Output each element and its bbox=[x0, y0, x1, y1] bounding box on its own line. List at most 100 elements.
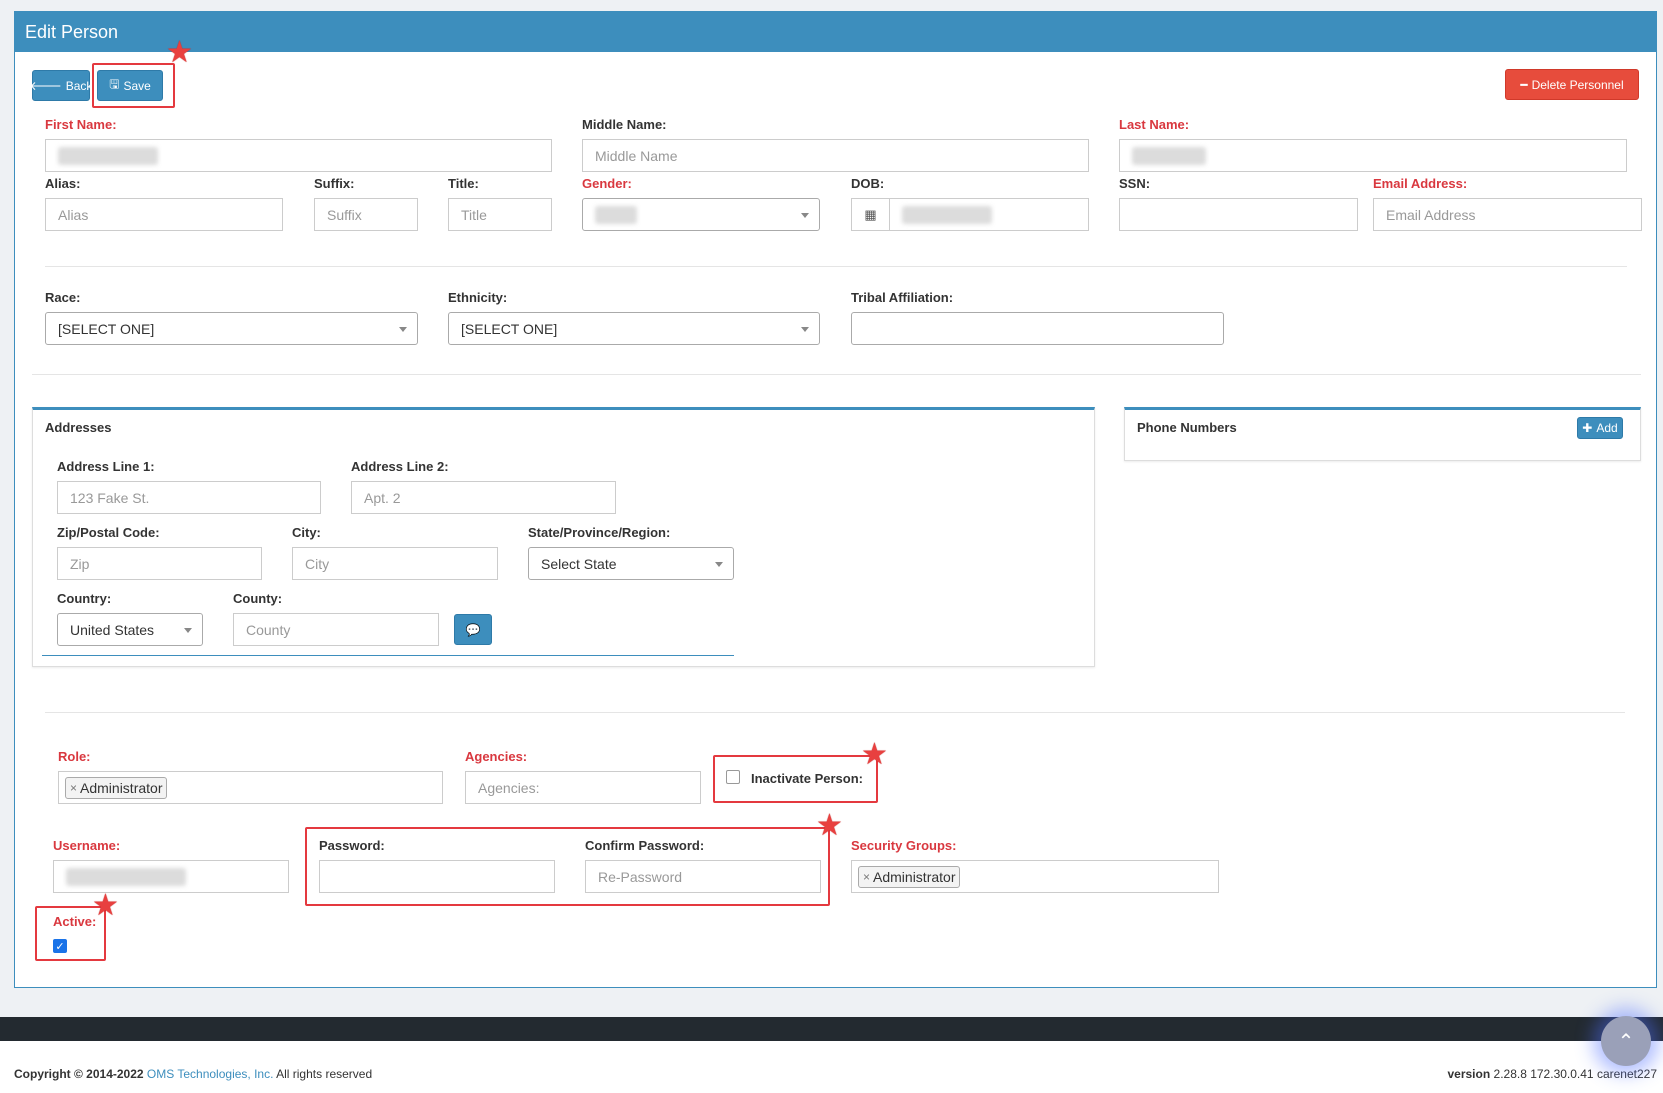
check-icon: ✓ bbox=[55, 940, 65, 953]
addresses-title: Addresses bbox=[45, 420, 112, 435]
footer: Copyright © 2014-2022 OMS Technologies, … bbox=[0, 1041, 1663, 1093]
username-input[interactable] bbox=[53, 860, 289, 893]
ethnicity-select[interactable]: [SELECT ONE] bbox=[448, 312, 820, 345]
caret-down-icon bbox=[184, 628, 192, 633]
country-label: Country: bbox=[57, 591, 112, 606]
confirm-password-label: Confirm Password: bbox=[585, 838, 705, 853]
address-line1-label: Address Line 1: bbox=[57, 459, 155, 474]
gender-label: Gender: bbox=[582, 176, 632, 191]
panel-title: Edit Person bbox=[15, 12, 1656, 52]
phone-numbers-title: Phone Numbers bbox=[1137, 420, 1237, 435]
divider bbox=[45, 266, 1627, 267]
caret-down-icon bbox=[399, 327, 407, 332]
star-icon: ★ bbox=[92, 889, 119, 922]
active-label: Active: bbox=[53, 914, 97, 929]
dob-input[interactable] bbox=[889, 198, 1089, 231]
middle-name-input[interactable] bbox=[582, 139, 1089, 172]
password-label: Password: bbox=[319, 838, 385, 853]
tribal-affiliation-label: Tribal Affiliation: bbox=[851, 290, 954, 305]
active-checkbox[interactable]: ✓ bbox=[53, 939, 67, 953]
county-input[interactable] bbox=[233, 613, 439, 646]
version-text: version 2.28.8 172.30.0.41 carenet227 bbox=[1447, 1067, 1657, 1081]
first-name-label: First Name: bbox=[45, 117, 117, 132]
delete-personnel-button[interactable]: ━ Delete Personnel bbox=[1505, 69, 1639, 100]
inactivate-person-label: Inactivate Person: bbox=[751, 771, 863, 786]
scroll-to-top-button[interactable]: ⌃ bbox=[1601, 1016, 1651, 1066]
email-input[interactable] bbox=[1373, 198, 1642, 231]
minus-icon: ━ bbox=[1520, 77, 1528, 92]
back-button[interactable]: 🡐 Back bbox=[29, 70, 92, 101]
caret-down-icon bbox=[715, 562, 723, 567]
security-group-tag[interactable]: × Administrator bbox=[858, 865, 961, 888]
divider bbox=[32, 374, 1641, 375]
zip-label: Zip/Postal Code: bbox=[57, 525, 160, 540]
address-line1-input[interactable] bbox=[57, 481, 321, 514]
role-tag[interactable]: × Administrator bbox=[65, 776, 168, 799]
redacted-value bbox=[1132, 146, 1206, 165]
confirm-password-input[interactable] bbox=[585, 860, 821, 893]
footer-bar bbox=[0, 1017, 1663, 1041]
title-label: Title: bbox=[448, 176, 479, 191]
star-icon: ★ bbox=[816, 809, 843, 842]
divider bbox=[45, 712, 1625, 713]
state-select[interactable]: Select State bbox=[528, 547, 734, 580]
address-line2-label: Address Line 2: bbox=[351, 459, 449, 474]
agencies-input[interactable] bbox=[465, 771, 701, 804]
comment-icon: 💬 bbox=[465, 622, 481, 637]
last-name-label: Last Name: bbox=[1119, 117, 1190, 132]
chevron-up-icon: ⌃ bbox=[1617, 1030, 1635, 1053]
company-link[interactable]: OMS Technologies, Inc. bbox=[147, 1067, 274, 1081]
last-name-input[interactable] bbox=[1119, 139, 1627, 172]
calendar-icon[interactable]: ▦ bbox=[851, 198, 889, 231]
zip-input[interactable] bbox=[57, 547, 262, 580]
caret-down-icon bbox=[801, 327, 809, 332]
address-line2-input[interactable] bbox=[351, 481, 616, 514]
alias-input[interactable] bbox=[45, 198, 283, 231]
caret-down-icon bbox=[801, 213, 809, 218]
gender-select[interactable] bbox=[582, 198, 820, 231]
redacted-value bbox=[595, 205, 637, 224]
password-input[interactable] bbox=[319, 860, 555, 893]
plus-icon: ✚ bbox=[1582, 421, 1593, 435]
suffix-input[interactable] bbox=[314, 198, 418, 231]
race-label: Race: bbox=[45, 290, 81, 305]
alias-label: Alias: bbox=[45, 176, 81, 191]
middle-name-label: Middle Name: bbox=[582, 117, 667, 132]
security-groups-multiselect[interactable]: × Administrator bbox=[851, 860, 1219, 893]
ssn-input[interactable] bbox=[1119, 198, 1358, 231]
star-icon: ★ bbox=[166, 36, 193, 69]
city-input[interactable] bbox=[292, 547, 498, 580]
arrow-left-icon: 🡐 bbox=[29, 79, 62, 93]
title-input[interactable] bbox=[448, 198, 552, 231]
dob-label: DOB: bbox=[851, 176, 885, 191]
username-label: Username: bbox=[53, 838, 121, 853]
role-label: Role: bbox=[58, 749, 91, 764]
county-label: County: bbox=[233, 591, 283, 606]
remove-tag-icon[interactable]: × bbox=[863, 870, 870, 884]
redacted-value bbox=[58, 146, 158, 165]
star-icon: ★ bbox=[861, 738, 888, 771]
floppy-disk-icon: 🖫 bbox=[109, 77, 120, 91]
add-phone-button[interactable]: ✚ Add bbox=[1577, 417, 1623, 439]
state-label: State/Province/Region: bbox=[528, 525, 671, 540]
comment-button[interactable]: 💬 bbox=[454, 614, 492, 645]
inactivate-person-checkbox[interactable] bbox=[726, 770, 740, 784]
agencies-label: Agencies: bbox=[465, 749, 528, 764]
city-label: City: bbox=[292, 525, 321, 540]
country-select[interactable]: United States bbox=[57, 613, 203, 646]
security-groups-label: Security Groups: bbox=[851, 838, 957, 853]
redacted-value bbox=[902, 205, 992, 224]
redacted-value bbox=[66, 867, 186, 886]
copyright-text: Copyright © 2014-2022 OMS Technologies, … bbox=[14, 1067, 373, 1081]
ethnicity-label: Ethnicity: bbox=[448, 290, 508, 305]
save-button[interactable]: 🖫 Save bbox=[97, 70, 163, 101]
address-underline bbox=[42, 655, 734, 656]
first-name-input[interactable] bbox=[45, 139, 552, 172]
role-multiselect[interactable]: × Administrator bbox=[58, 771, 443, 804]
race-select[interactable]: [SELECT ONE] bbox=[45, 312, 418, 345]
tribal-affiliation-input[interactable] bbox=[851, 312, 1224, 345]
ssn-label: SSN: bbox=[1119, 176, 1151, 191]
suffix-label: Suffix: bbox=[314, 176, 355, 191]
remove-tag-icon[interactable]: × bbox=[70, 781, 77, 795]
email-label: Email Address: bbox=[1373, 176, 1468, 191]
